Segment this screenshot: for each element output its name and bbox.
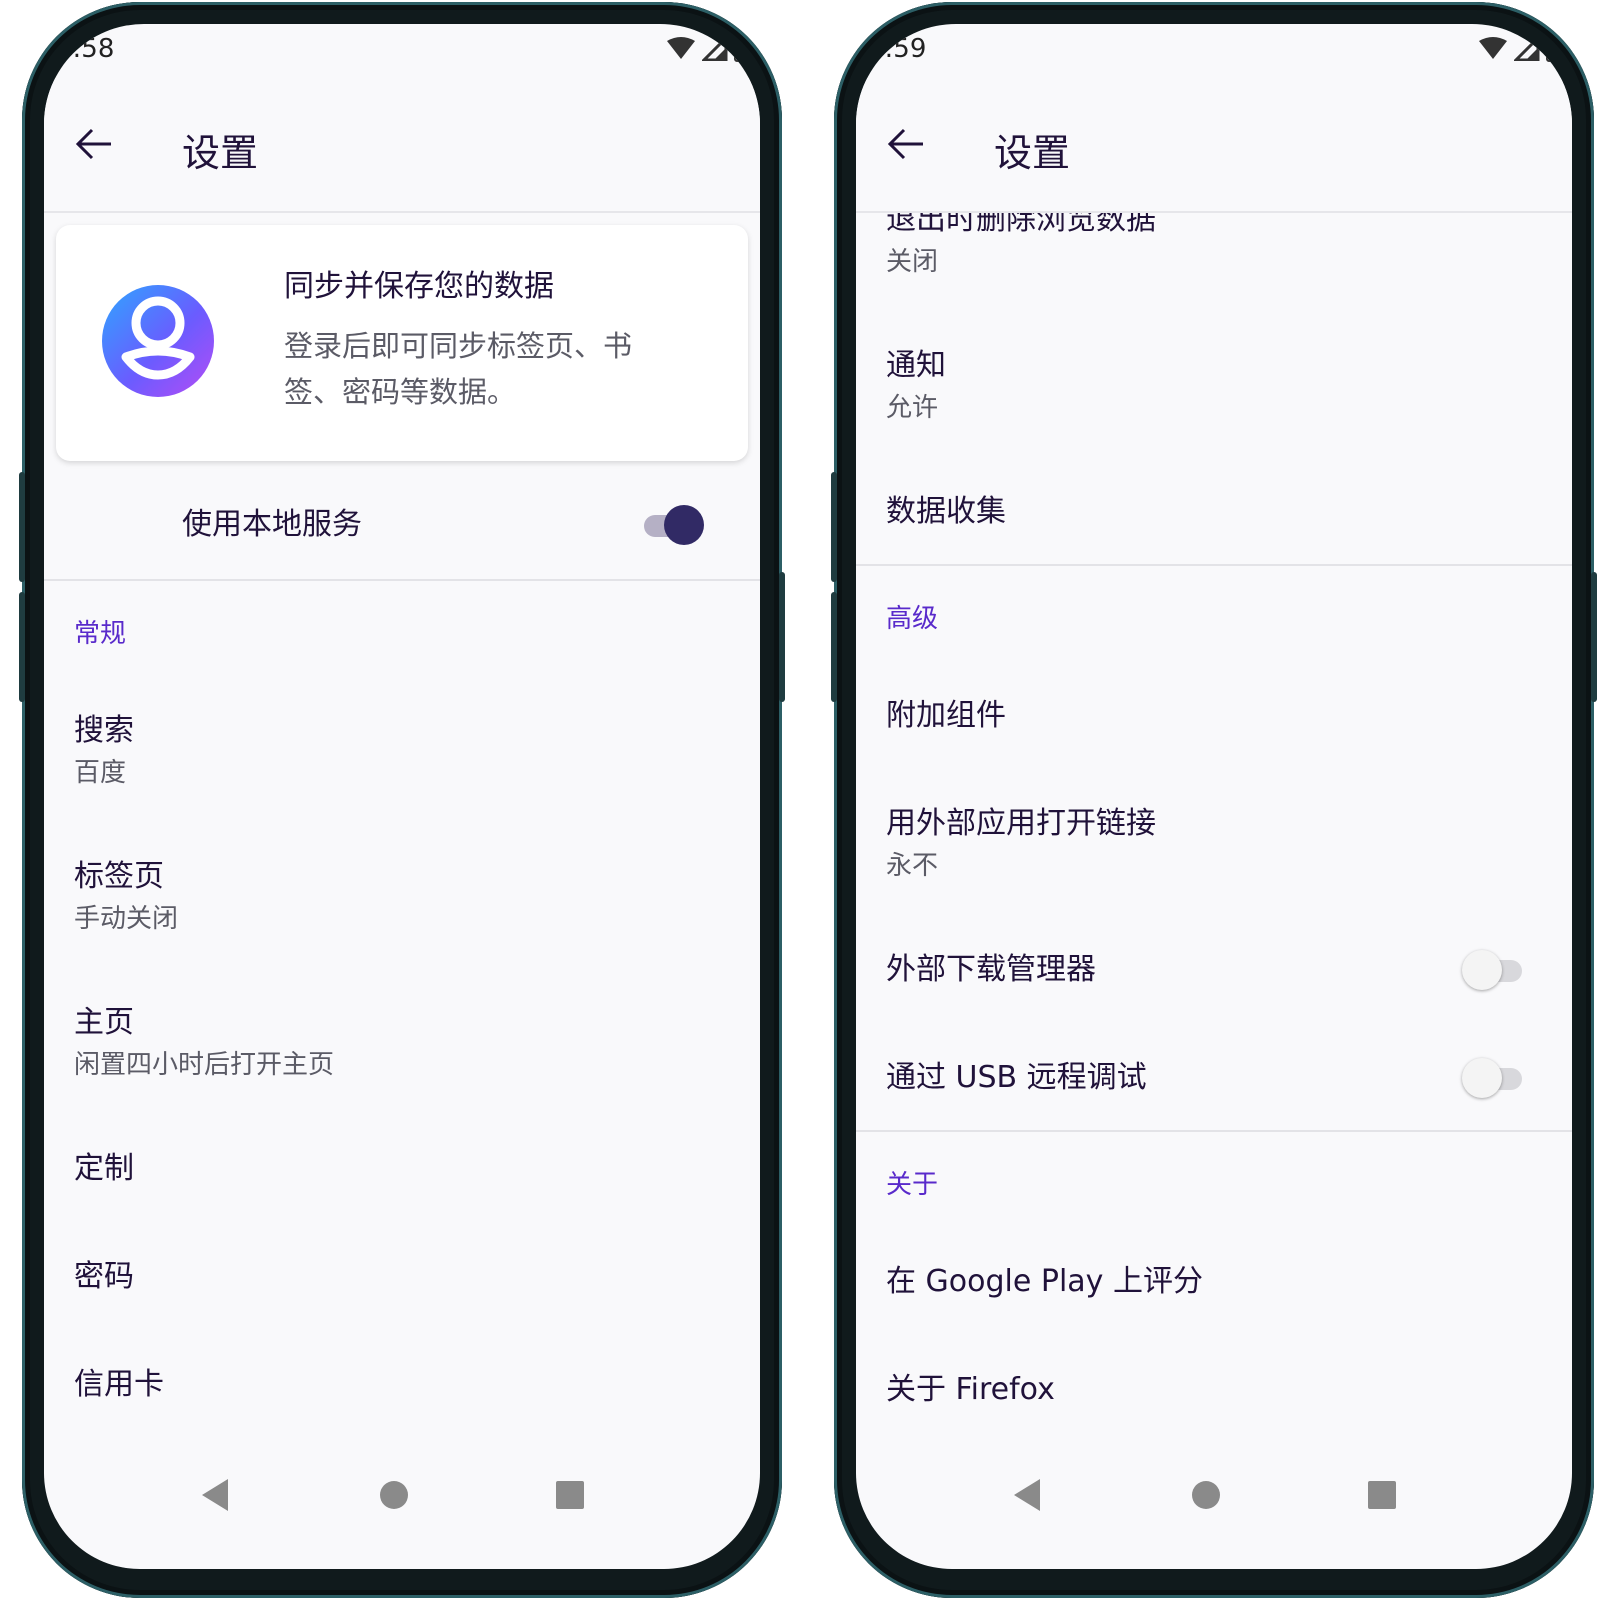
nav-recents-icon[interactable] <box>1362 1475 1402 1515</box>
screen-left: 9:58 设置 同步并保存您的数据 登录后即可同步标签页、书签、密码等数据。 使… <box>44 24 760 1569</box>
phone-left: 9:58 设置 同步并保存您的数据 登录后即可同步标签页、书签、密码等数据。 使… <box>19 2 785 1598</box>
navigation-bar <box>856 1439 1572 1569</box>
page-title: 设置 <box>994 131 1071 175</box>
status-time: 9:58 <box>56 34 115 64</box>
sync-card-description: 登录后即可同步标签页、书签、密码等数据。 <box>284 329 633 409</box>
volume-button <box>831 592 837 702</box>
status-bar: 9:59 <box>856 24 1572 78</box>
back-arrow-icon[interactable] <box>886 124 926 164</box>
section-header-advanced: 高级 <box>886 604 939 634</box>
setting-label: 在 Google Play 上评分 <box>886 1264 1203 1299</box>
setting-label: 关于 Firefox <box>886 1372 1055 1407</box>
navigation-bar <box>44 1439 760 1569</box>
setting-label: 信用卡 <box>74 1367 164 1402</box>
setting-item-homepage[interactable]: 主页 闲置四小时后打开主页 <box>74 1003 730 1083</box>
setting-value: 百度 <box>74 758 127 788</box>
signal-icon <box>1514 37 1540 61</box>
divider <box>856 1130 1572 1132</box>
setting-label: 密码 <box>74 1259 134 1294</box>
volume-button <box>19 472 25 582</box>
setting-label: 附加组件 <box>886 698 1006 733</box>
divider <box>44 579 760 581</box>
battery-icon <box>734 36 750 62</box>
setting-item-credit-cards[interactable]: 信用卡 <box>74 1365 730 1405</box>
nav-back-icon[interactable] <box>1008 1475 1048 1515</box>
nav-back-icon[interactable] <box>196 1475 236 1515</box>
settings-list: 同步并保存您的数据 登录后即可同步标签页、书签、密码等数据。 使用本地服务 常规… <box>44 213 760 1439</box>
setting-value: 永不 <box>886 851 939 881</box>
setting-label: 数据收集 <box>886 494 1006 529</box>
setting-item-notifications[interactable]: 通知 允许 <box>886 346 1542 426</box>
signal-icon <box>702 37 728 61</box>
volume-button <box>19 592 25 702</box>
local-service-toggle[interactable] <box>640 505 704 545</box>
screen-right: 9:59 设置 退出时删除浏览数据 关闭 通知 允许 数据收集 高级 附加组件 … <box>856 24 1572 1569</box>
nav-home-icon[interactable] <box>374 1475 414 1515</box>
status-time: 9:59 <box>868 34 927 64</box>
setting-value: 允许 <box>886 393 939 423</box>
sync-card[interactable]: 同步并保存您的数据 登录后即可同步标签页、书签、密码等数据。 <box>56 225 748 461</box>
setting-value: 手动关闭 <box>74 904 179 934</box>
battery-icon <box>1546 36 1562 62</box>
setting-label: 主页 <box>74 1005 134 1040</box>
setting-item-tabs[interactable]: 标签页 手动关闭 <box>74 857 730 937</box>
nav-home-icon[interactable] <box>1186 1475 1226 1515</box>
page-title: 设置 <box>182 131 259 175</box>
section-header-general: 常规 <box>74 619 127 649</box>
wifi-icon <box>667 37 695 59</box>
divider <box>856 564 1572 566</box>
volume-button <box>831 472 837 582</box>
setting-label: 标签页 <box>74 859 164 894</box>
status-bar: 9:58 <box>44 24 760 78</box>
setting-item-open-links-in-apps[interactable]: 用外部应用打开链接 永不 <box>886 804 1542 884</box>
account-avatar-icon <box>102 285 214 397</box>
setting-item-passwords[interactable]: 密码 <box>74 1257 730 1297</box>
app-bar: 设置 <box>44 78 760 213</box>
sync-card-title: 同步并保存您的数据 <box>284 269 554 304</box>
setting-item-external-download-manager[interactable]: 外部下载管理器 <box>886 950 1542 990</box>
setting-item-addons[interactable]: 附加组件 <box>886 696 1542 736</box>
wifi-icon <box>1479 37 1507 59</box>
setting-item-remote-debugging-usb[interactable]: 通过 USB 远程调试 <box>886 1058 1542 1098</box>
setting-item-customize[interactable]: 定制 <box>74 1149 730 1189</box>
setting-label: 通知 <box>886 348 946 383</box>
setting-value: 关闭 <box>886 247 939 277</box>
setting-item-search[interactable]: 搜索 百度 <box>74 711 730 791</box>
setting-label: 通过 USB 远程调试 <box>886 1060 1147 1095</box>
section-header-about: 关于 <box>886 1170 939 1200</box>
setting-item-rate-on-google-play[interactable]: 在 Google Play 上评分 <box>886 1262 1542 1302</box>
remote-debugging-usb-toggle[interactable] <box>1462 1058 1526 1098</box>
setting-label: 搜索 <box>74 713 134 748</box>
setting-label: 定制 <box>74 1151 134 1186</box>
setting-label: 用外部应用打开链接 <box>886 806 1156 841</box>
nav-recents-icon[interactable] <box>550 1475 590 1515</box>
power-button <box>779 572 785 702</box>
phone-right: 9:59 设置 退出时删除浏览数据 关闭 通知 允许 数据收集 高级 附加组件 … <box>831 2 1597 1598</box>
power-button <box>1591 572 1597 702</box>
app-bar: 设置 <box>856 78 1572 213</box>
setting-item-about-firefox[interactable]: 关于 Firefox <box>886 1370 1542 1410</box>
settings-list: 退出时删除浏览数据 关闭 通知 允许 数据收集 高级 附加组件 用外部应用打开链… <box>856 174 1572 1439</box>
setting-value: 闲置四小时后打开主页 <box>74 1050 335 1080</box>
setting-item-data-collection[interactable]: 数据收集 <box>886 492 1542 532</box>
back-arrow-icon[interactable] <box>74 124 114 164</box>
external-download-manager-toggle[interactable] <box>1462 950 1526 990</box>
setting-label: 外部下载管理器 <box>886 952 1096 987</box>
